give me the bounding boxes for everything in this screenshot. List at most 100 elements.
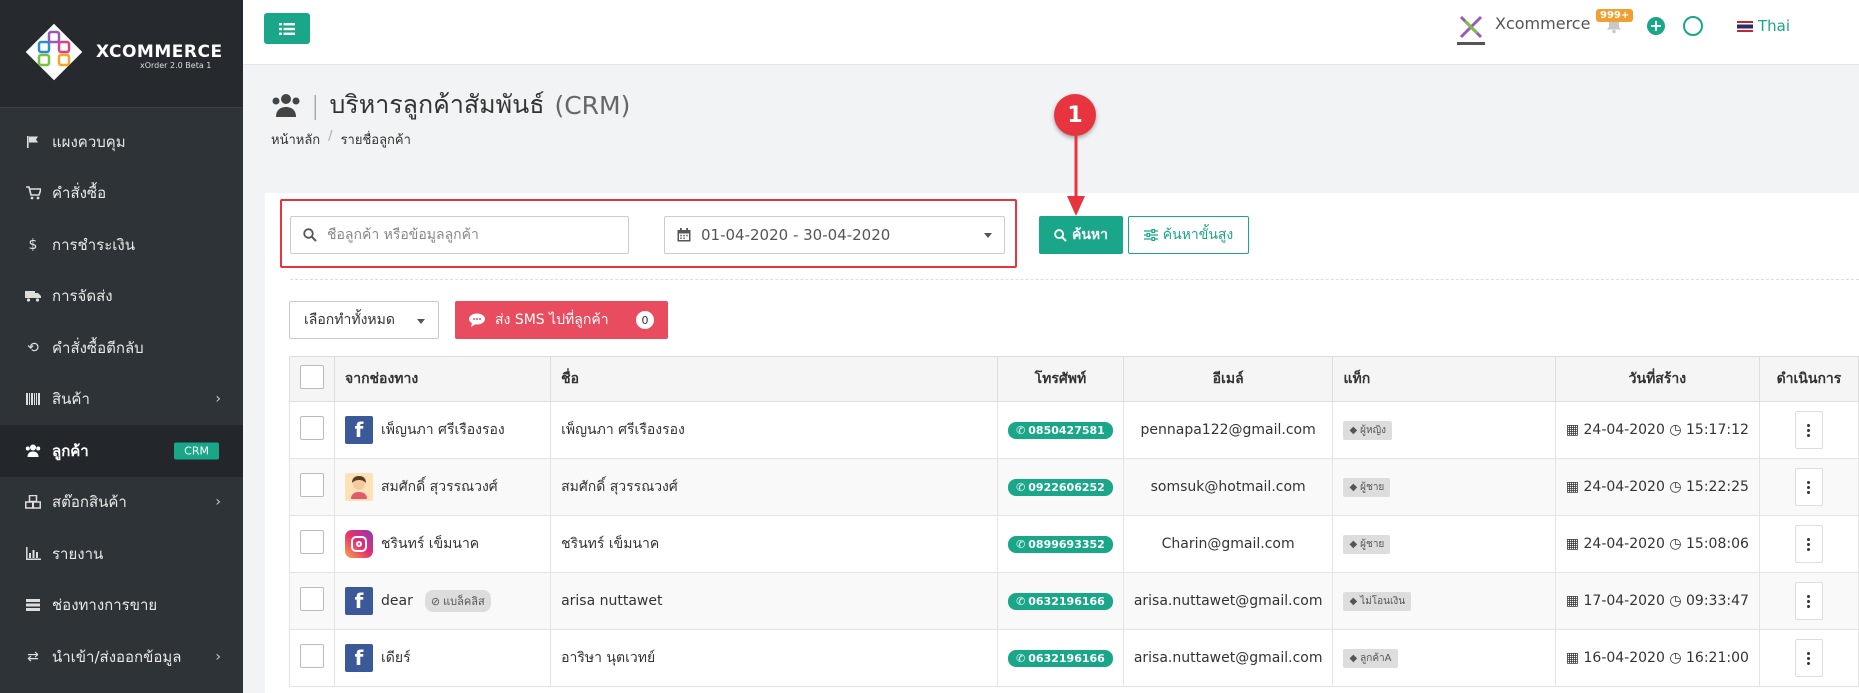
email-cell: Charin@gmail.com (1122, 515, 1334, 573)
send-sms-button[interactable]: ส่ง SMS ไปที่ลูกค้า 0 (455, 301, 668, 339)
language-selector[interactable]: Thai (1737, 17, 1790, 35)
tag-icon: ◆ (1349, 595, 1358, 607)
calendar-icon: ▦ (1565, 422, 1580, 438)
created-date: 24-04-2020 (1583, 479, 1665, 495)
phone-icon: ✆ (1016, 480, 1026, 494)
table-row: f เดียร์ อาริษา นุตเวทย์ ✆ 0632196166 aris… (289, 629, 1859, 687)
source-cell: ชรินทร์ เข็มนาค (333, 515, 552, 573)
sidebar-item-shipping[interactable]: การจัดส่ง (0, 271, 243, 323)
row-checkbox[interactable] (300, 644, 324, 668)
phone-number: 0632196166 (1028, 594, 1105, 608)
title-separator: | (311, 90, 320, 120)
phone-badge[interactable]: ✆ 0850427581 (1008, 421, 1113, 439)
sidebar-item-import-export[interactable]: ⇄ นำเข้า/ส่งออกข้อมูล › (0, 631, 243, 683)
tag-label: ลูกค้าA (1360, 652, 1392, 664)
divider (290, 279, 1859, 280)
sidebar-item-label: นำเข้า/ส่งออกข้อมูล (52, 647, 182, 666)
col-source[interactable]: จากช่องทาง (333, 356, 552, 402)
tag-badge: ◆ ไม่โอนเงิน (1343, 591, 1412, 611)
row-checkbox[interactable] (300, 587, 324, 611)
email-cell: arisa.nuttawet@gmail.com (1122, 572, 1334, 630)
sidebar-item-reports[interactable]: รายงาน (0, 528, 243, 580)
top-app-name: Xcommerce (1495, 14, 1591, 33)
sidebar-item-label: ช่องทางการขาย (52, 596, 158, 615)
brand-version: xOrder 2.0 Beta 1 (140, 61, 212, 70)
row-menu-icon[interactable] (1794, 411, 1823, 449)
source-name: ชรินทร์ เข็มนาค (381, 536, 480, 552)
name-cell: สมศักดิ์ สุวรรณวงศ์ (550, 458, 999, 516)
row-menu-icon[interactable] (1794, 525, 1823, 563)
advanced-search-button[interactable]: ค้นหาขั้นสูง (1128, 216, 1249, 254)
col-phone[interactable]: โทรศัพท์ (997, 356, 1124, 402)
col-name[interactable]: ชื่อ (550, 356, 999, 402)
menu-toggle-button[interactable] (264, 13, 310, 44)
table-row: f เพ็ญนภา ศรีเรืองรอง เพ็ญนภา ศรีเรืองรอง… (289, 401, 1859, 459)
col-actions: ดำเนินการ (1758, 356, 1859, 402)
calendar-icon: ▦ (1565, 650, 1580, 666)
tag-cell: ◆ ลูกค้าA (1332, 629, 1556, 687)
page-title-suffix: (CRM) (554, 90, 631, 120)
sidebar-item-sales-channels[interactable]: ช่องทางการขาย (0, 580, 243, 632)
callout-marker: 1 (1054, 94, 1096, 136)
col-tag[interactable]: แท็ก (1332, 356, 1556, 402)
sliders-icon (1143, 229, 1158, 241)
page-title: | บริหารลูกค้าสัมพันธ์ (CRM) (271, 85, 630, 125)
phone-badge[interactable]: ✆ 0922606252 (1008, 478, 1113, 496)
source-name: สมศักดิ์ สุวรรณวงศ์ (381, 479, 498, 495)
sidebar-item-orders[interactable]: คำสั่งซื้อ (0, 168, 243, 220)
row-checkbox[interactable] (300, 530, 324, 554)
advanced-search-label: ค้นหาขั้นสูง (1162, 227, 1234, 243)
search-button[interactable]: ค้นหา (1039, 216, 1123, 254)
row-checkbox[interactable] (300, 416, 324, 440)
name-cell: อาริษา นุตเวทย์ (550, 629, 999, 687)
email-cell: somsuk@hotmail.com (1122, 458, 1334, 516)
phone-badge[interactable]: ✆ 0632196166 (1008, 649, 1113, 667)
caret-down-icon (417, 319, 425, 324)
sidebar-item-products[interactable]: สินค้า › (0, 374, 243, 426)
sidebar-item-stock[interactable]: สต๊อกสินค้า › (0, 477, 243, 529)
row-menu-icon[interactable] (1794, 639, 1823, 677)
undo-icon: ⟲ (27, 339, 39, 356)
chevron-right-icon: › (215, 494, 221, 511)
phone-badge[interactable]: ✆ 0899693352 (1008, 535, 1113, 553)
row-menu-icon[interactable] (1794, 468, 1823, 506)
user-icon[interactable] (1683, 16, 1703, 36)
row-menu-icon[interactable] (1794, 582, 1823, 620)
sidebar-item-dashboard[interactable]: แผงควบคุม (0, 116, 243, 168)
created-time: 16:21:00 (1686, 650, 1749, 666)
phone-cell: ✆ 0632196166 (997, 629, 1124, 687)
customer-table: จากช่องทาง ชื่อ โทรศัพท์ อีเมล์ แท็ก วัน… (289, 356, 1859, 687)
tag-badge: ◆ ลูกค้าA (1343, 648, 1398, 668)
sidebar-item-label: การจัดส่ง (52, 287, 113, 306)
tag-label: ผู้หญิง (1360, 424, 1387, 436)
action-cell (1758, 458, 1859, 516)
col-created[interactable]: วันที่สร้าง (1554, 356, 1760, 402)
tag-icon: ◆ (1349, 652, 1358, 664)
select-all-checkbox[interactable] (300, 365, 324, 389)
breadcrumb-home[interactable]: หน้าหลัก (271, 129, 320, 150)
action-cell (1758, 401, 1859, 459)
users-icon (272, 94, 300, 117)
sidebar-item-customers[interactable]: ลูกค้า CRM (0, 425, 243, 477)
add-icon[interactable]: + (1647, 17, 1665, 35)
action-cell (1758, 515, 1859, 573)
created-cell: ▦ 17-04-2020 ◷ 09:33:47 (1554, 572, 1760, 630)
bulk-action-dropdown[interactable]: เลือกทำทั้งหมด (289, 301, 439, 339)
breadcrumb: หน้าหลัก / รายชื่อลูกค้า (271, 129, 411, 150)
table-row: ชรินทร์ เข็มนาค ชรินทร์ เข็มนาค ✆ 0899693… (289, 515, 1859, 573)
sidebar-item-returns[interactable]: ⟲ คำสั่งซื้อตีกลับ (0, 322, 243, 374)
row-checkbox[interactable] (300, 473, 324, 497)
sidebar-item-label: คำสั่งซื้อตีกลับ (52, 338, 144, 357)
created-date: 16-04-2020 (1583, 650, 1665, 666)
source-cell: สมศักดิ์ สุวรรณวงศ์ (333, 458, 552, 516)
phone-badge[interactable]: ✆ 0632196166 (1008, 592, 1113, 610)
col-email[interactable]: อีเมล์ (1122, 356, 1334, 402)
phone-number: 0899693352 (1028, 537, 1105, 551)
clock-icon: ◷ (1669, 650, 1682, 666)
row-select-cell (289, 515, 335, 573)
clock-icon: ◷ (1669, 479, 1682, 495)
sidebar-item-payments[interactable]: $ การชำระเงิน (0, 219, 243, 271)
tag-badge: ◆ ผู้ชาย (1343, 477, 1391, 497)
xcommerce-logo-icon[interactable] (22, 20, 86, 84)
created-date: 24-04-2020 (1583, 422, 1665, 438)
